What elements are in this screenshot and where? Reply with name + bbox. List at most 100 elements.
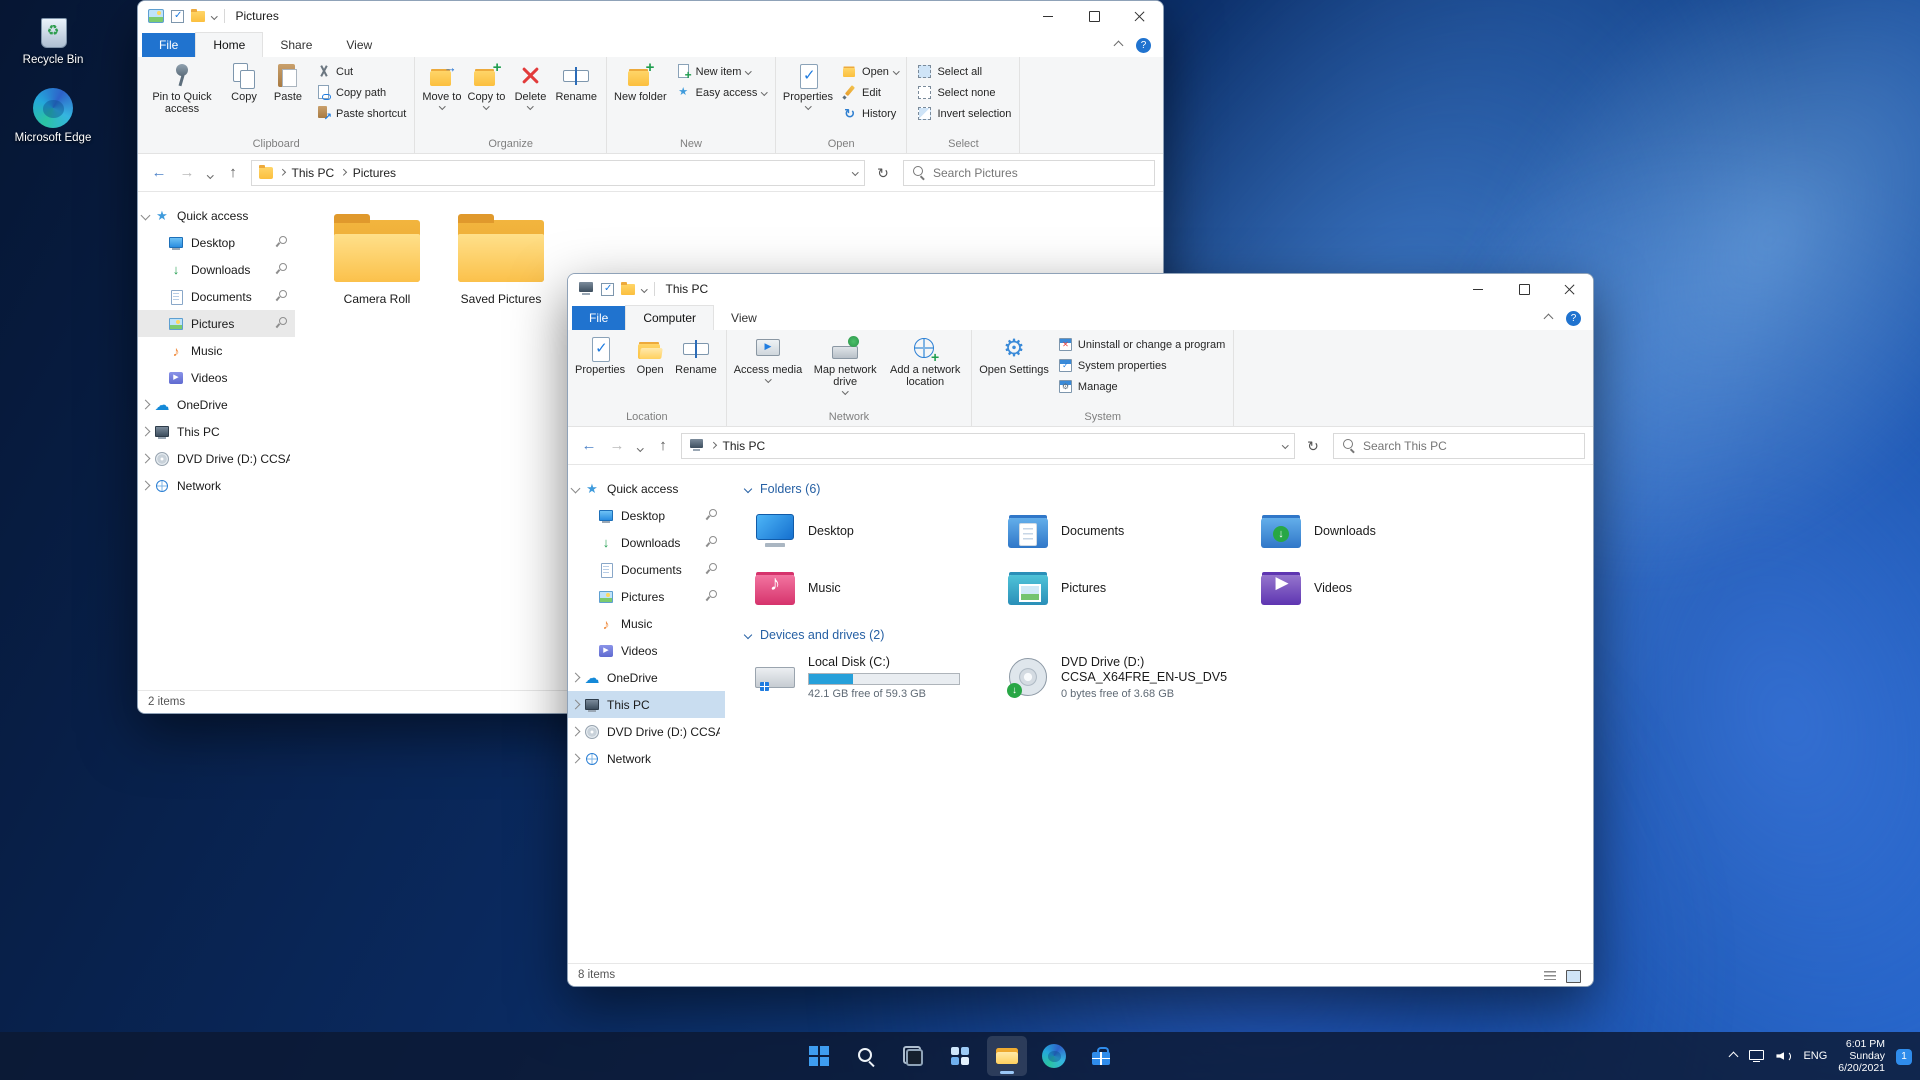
collapse-ribbon-icon[interactable] [1543,313,1554,324]
ribbon-button[interactable]: Edit [838,84,902,101]
folder-tile[interactable]: Music [747,561,1000,615]
folder-tile[interactable]: Desktop [747,504,1000,558]
forward-button[interactable] [174,160,200,186]
expander-icon[interactable] [140,453,151,464]
ribbon-button[interactable]: Paste [266,60,310,136]
search-button[interactable] [846,1036,886,1076]
tab-share[interactable]: Share [263,33,329,57]
volume-icon[interactable] [1776,1049,1792,1063]
store-button[interactable] [1081,1036,1121,1076]
desktop-icon-recycle-bin[interactable]: Recycle Bin [12,10,94,66]
address-bar[interactable]: This PC Pictures [251,159,865,186]
help-icon[interactable] [1136,38,1151,53]
titlebar[interactable]: This PC [568,274,1593,304]
qat-new-folder-icon[interactable] [621,281,635,295]
tab-file[interactable]: File [572,306,626,330]
close-button[interactable] [1117,1,1163,31]
refresh-button[interactable] [1300,433,1326,459]
ribbon-button[interactable]: Add a network location [885,333,965,409]
sidebar-item-music[interactable]: Music [138,337,295,364]
expander-icon[interactable] [140,426,151,437]
sidebar-item-downloads[interactable]: Downloads [138,256,295,283]
file-list[interactable]: Folders (6) Desktop Documents ↓ Download… [725,465,1593,963]
sidebar-item-documents[interactable]: Documents [568,556,725,583]
ribbon-button[interactable]: Manage [1054,378,1229,395]
expander-icon[interactable] [570,672,581,683]
qat-customize-icon[interactable] [211,12,218,20]
ribbon-button[interactable]: New folder [611,59,670,136]
up-button[interactable] [220,160,246,186]
minimize-button[interactable] [1455,274,1501,304]
up-button[interactable] [650,433,676,459]
tab-computer[interactable]: Computer [625,305,715,330]
tab-view[interactable]: View [329,33,389,57]
ribbon-button[interactable]: Copy path [312,84,410,101]
back-button[interactable] [146,160,172,186]
ribbon-button[interactable]: Copy to [464,59,508,136]
recent-locations-button[interactable] [632,433,648,459]
file-explorer-button[interactable] [987,1036,1027,1076]
ribbon-button[interactable]: Delete [508,60,552,136]
folder-tile[interactable]: Videos [1253,561,1506,615]
sidebar-item-quick-access[interactable]: Quick access [568,475,725,502]
breadcrumb-root[interactable]: This PC [292,166,335,180]
qat-new-folder-icon[interactable] [191,8,205,22]
sidebar-item-pictures[interactable]: Pictures [568,583,725,610]
ribbon-button[interactable]: Open [838,63,902,80]
ribbon-button[interactable]: Rename [552,60,600,136]
folder-tile[interactable]: Downloads [1253,504,1506,558]
recent-locations-button[interactable] [202,160,218,186]
minimize-button[interactable] [1025,1,1071,31]
ribbon-button[interactable]: System properties [1054,357,1229,374]
desktop-icon-microsoft-edge[interactable]: Microsoft Edge [12,88,94,144]
sidebar-item-dvd-drive[interactable]: DVD Drive (D:) CCSA [568,718,725,745]
folder-tile[interactable]: Pictures [1000,561,1253,615]
edge-button[interactable] [1034,1036,1074,1076]
ribbon-button[interactable]: Rename [672,333,720,409]
back-button[interactable] [576,433,602,459]
tab-home[interactable]: Home [195,32,264,57]
ribbon-button[interactable]: Cut [312,63,410,80]
file-item[interactable]: Saved Pictures [445,208,557,306]
expander-icon[interactable] [570,483,581,494]
close-button[interactable] [1547,274,1593,304]
notification-button[interactable]: 1 [1896,1047,1912,1065]
sidebar-item-network[interactable]: Network [568,745,725,772]
ribbon-button[interactable]: History [838,105,902,122]
start-button[interactable] [799,1036,839,1076]
task-view-button[interactable] [893,1036,933,1076]
ribbon-button[interactable]: Paste shortcut [312,105,410,123]
ribbon-button[interactable]: Select all [913,63,1015,80]
large-icons-view-button[interactable] [1563,967,1583,984]
collapse-section-icon[interactable] [743,630,753,640]
sidebar-item-documents[interactable]: Documents [138,283,295,310]
ribbon-button[interactable]: Map network drive [805,333,885,409]
sidebar-item-desktop[interactable]: Desktop [138,229,295,256]
ribbon-button[interactable]: Properties [780,60,836,136]
expander-icon[interactable] [140,210,151,221]
sidebar-item-dvd-drive[interactable]: DVD Drive (D:) CCSA [138,445,295,472]
sidebar-item-music[interactable]: Music [568,610,725,637]
language-button[interactable]: ENG [1803,1050,1827,1062]
sidebar-item-this-pc[interactable]: This PC [568,691,725,718]
ribbon-button[interactable]: Copy [222,60,266,136]
help-icon[interactable] [1566,311,1581,326]
tray-expand-icon[interactable] [1728,1051,1739,1061]
tab-file[interactable]: File [142,33,196,57]
section-header-devices[interactable]: Devices and drives (2) [731,621,1583,648]
sidebar-item-network[interactable]: Network [138,472,295,499]
maximize-button[interactable] [1501,274,1547,304]
refresh-button[interactable] [870,160,896,186]
ribbon-button[interactable]: New item [672,63,771,82]
network-icon[interactable] [1748,1049,1765,1063]
ribbon-button[interactable]: Open [628,333,672,409]
folder-tile[interactable]: Documents [1000,504,1253,558]
sidebar-item-downloads[interactable]: Downloads [568,529,725,556]
qat-properties-icon[interactable] [171,9,184,23]
section-header-folders[interactable]: Folders (6) [731,475,1583,502]
titlebar[interactable]: Pictures [138,1,1163,31]
breadcrumb-root[interactable]: This PC [723,439,766,453]
forward-button[interactable] [604,433,630,459]
ribbon-button[interactable]: Easy access [672,84,771,101]
widgets-button[interactable] [940,1036,980,1076]
